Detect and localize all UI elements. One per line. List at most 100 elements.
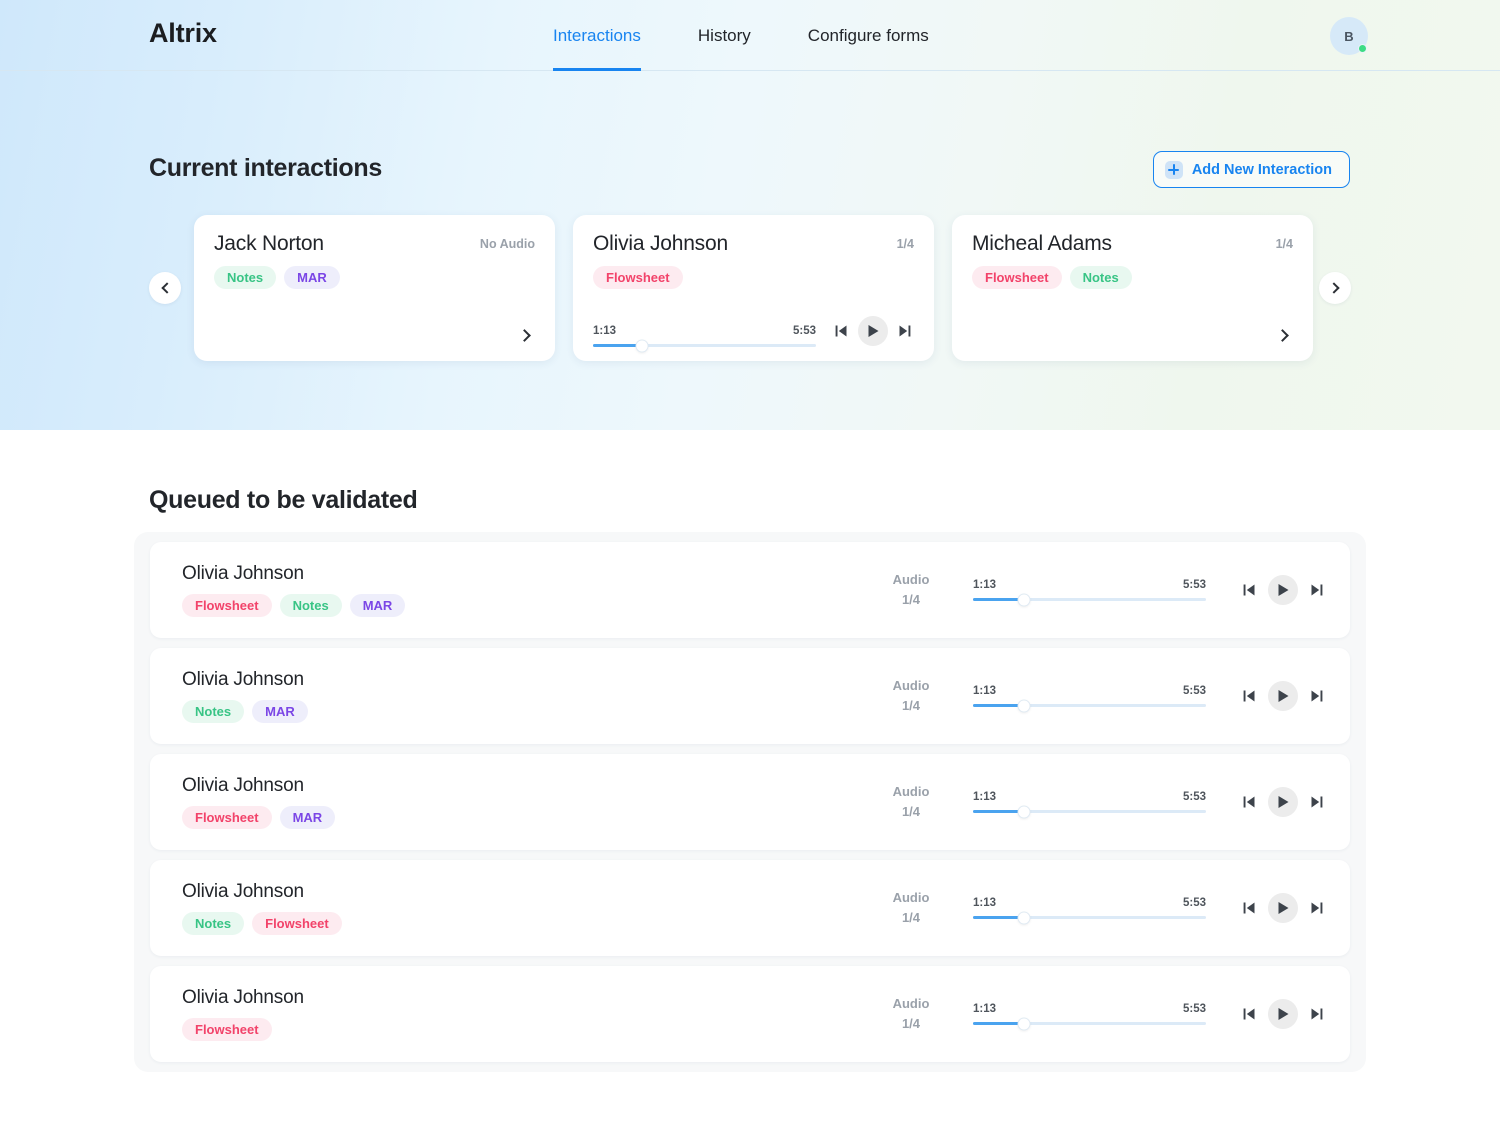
audio-count-label: Audio 1/4 [883,676,939,716]
tag-list: Flowsheet Notes MAR [182,594,883,617]
skip-previous-button[interactable] [1238,1003,1260,1025]
play-icon [1278,583,1288,596]
progress-handle[interactable] [1018,1018,1030,1029]
current-time: 1:13 [973,897,997,909]
nav-item-interactions[interactable]: Interactions [553,0,641,71]
audio-progress[interactable]: 1:13 5:53 [973,685,1206,711]
row-info: Olivia Johnson Notes MAR [182,669,883,723]
list-item[interactable]: Olivia Johnson Flowsheet MAR Audio 1/4 1:13 5:… [150,754,1350,850]
current-time: 1:13 [973,1003,997,1015]
audio-progress[interactable]: 1:13 5:53 [973,579,1206,605]
tag-mar[interactable]: MAR [349,594,406,617]
open-interaction-button[interactable] [517,326,535,344]
play-button[interactable] [1268,998,1298,1029]
open-interaction-button[interactable] [1275,326,1293,344]
nav-item-label: Configure forms [807,25,929,45]
interaction-card[interactable]: Jack Norton No Audio Notes MAR [194,215,555,361]
play-button[interactable] [1268,680,1298,711]
progress-bar[interactable] [973,912,1206,923]
tag-flowsheet[interactable]: Flowsheet [182,594,272,617]
list-item[interactable]: Olivia Johnson Notes Flowsheet Audio 1/4 1:13… [150,860,1350,956]
nav-item-history[interactable]: History [698,0,751,71]
tag-notes[interactable]: Notes [182,912,245,935]
skip-next-button[interactable] [1306,579,1328,601]
skip-next-button[interactable] [1306,897,1328,919]
carousel-prev-button[interactable] [149,272,181,304]
skip-next-button[interactable] [1306,685,1328,707]
avatar-initial: B [1344,28,1354,44]
tag-notes[interactable]: Notes [214,266,277,289]
chevron-left-icon [160,282,173,294]
play-button[interactable] [1268,786,1298,817]
current-interactions-carousel: Jack Norton No Audio Notes MAR Olivia Jo… [0,215,1500,361]
skip-previous-button[interactable] [1238,685,1260,707]
tag-notes[interactable]: Notes [182,700,245,723]
tag-mar[interactable]: MAR [284,266,340,289]
nav-item-configure-forms[interactable]: Configure forms [808,0,929,71]
skip-next-icon [899,325,911,337]
audio-progress[interactable]: 1:13 5:53 [973,791,1206,817]
play-icon [1278,689,1288,702]
tag-mar[interactable]: MAR [279,806,336,829]
progress-handle[interactable] [1018,806,1030,817]
app-root: Altrix Interactions History Configure fo… [0,0,1500,1144]
tag-mar[interactable]: MAR [252,700,308,723]
play-icon [1278,795,1288,808]
play-button[interactable] [1268,574,1298,605]
audio-progress[interactable]: 1:13 5:53 [593,325,816,351]
tag-flowsheet[interactable]: Flowsheet [593,266,683,289]
current-time: 1:13 [973,791,997,803]
skip-previous-button[interactable] [830,320,852,342]
skip-previous-icon [1243,1008,1255,1019]
interaction-card[interactable]: Olivia Johnson 1/4 Flowsheet 1:13 5:53 [573,215,934,361]
interaction-card[interactable]: Micheal Adams 1/4 Flowsheet Notes [952,215,1313,361]
progress-bar[interactable] [973,1018,1206,1029]
tag-flowsheet[interactable]: Flowsheet [182,1018,272,1041]
progress-bar[interactable] [973,806,1206,817]
skip-previous-button[interactable] [1238,897,1260,919]
patient-name: Olivia Johnson [182,881,304,902]
tag-list: Notes MAR [182,700,883,723]
progress-handle[interactable] [1018,594,1030,605]
skip-previous-button[interactable] [1238,791,1260,813]
user-menu[interactable]: B [1330,17,1368,55]
skip-previous-button[interactable] [1238,579,1260,601]
progress-bar[interactable] [593,340,816,351]
playback-controls [1238,574,1328,606]
total-time: 5:53 [1182,1003,1206,1015]
main-nav: Interactions History Configure forms [553,0,929,71]
skip-next-button[interactable] [1306,791,1328,813]
progress-handle[interactable] [1018,912,1030,923]
tag-flowsheet[interactable]: Flowsheet [252,912,342,935]
audio-times: 1:13 5:53 [973,1003,1206,1015]
audio-progress[interactable]: 1:13 5:53 [973,897,1206,923]
progress-handle[interactable] [1018,700,1030,711]
tag-flowsheet[interactable]: Flowsheet [972,266,1062,289]
tag-list: Flowsheet MAR [182,806,883,829]
audio-count-label: Audio 1/4 [883,888,939,928]
audio-progress[interactable]: 1:13 5:53 [973,1003,1206,1029]
tag-notes[interactable]: Notes [279,594,342,617]
playback-controls [1238,680,1328,712]
patient-name: Olivia Johnson [182,987,304,1008]
tag-notes[interactable]: Notes [1069,266,1132,289]
progress-bar[interactable] [973,700,1206,711]
skip-next-icon [1311,902,1323,913]
interaction-card-list: Jack Norton No Audio Notes MAR Olivia Jo… [194,215,1313,361]
list-item[interactable]: Olivia Johnson Flowsheet Notes MAR Audio 1/4 1… [150,542,1350,638]
tag-flowsheet[interactable]: Flowsheet [182,806,272,829]
skip-next-button[interactable] [894,320,916,342]
list-item[interactable]: Olivia Johnson Notes MAR Audio 1/4 1:13 5:53 [150,648,1350,744]
list-item[interactable]: Olivia Johnson Flowsheet Audio 1/4 1:13 5:53 [150,966,1350,1062]
tag-list: Flowsheet [593,266,914,289]
online-status-dot [1358,44,1367,53]
progress-handle[interactable] [636,340,648,351]
carousel-next-button[interactable] [1319,272,1351,304]
nav-item-label: Interactions [553,25,641,45]
add-new-interaction-button[interactable]: Add New Interaction [1152,151,1350,188]
progress-bar[interactable] [973,594,1206,605]
play-button[interactable] [1268,892,1298,923]
play-button[interactable] [858,316,888,346]
skip-next-button[interactable] [1306,1003,1328,1025]
audio-player: 1:13 5:53 [593,316,916,351]
